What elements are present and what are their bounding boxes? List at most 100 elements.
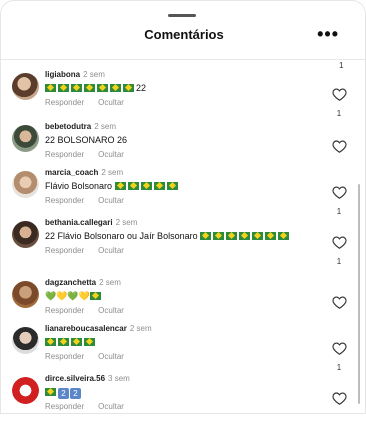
avatar[interactable]	[12, 221, 39, 248]
avatar[interactable]	[12, 73, 39, 100]
brazil-flag-icon	[45, 338, 56, 346]
hide-button[interactable]: Ocultar	[98, 196, 124, 205]
reply-button[interactable]: Responder	[45, 196, 84, 205]
brazil-flag-icon	[58, 338, 69, 346]
comment-item: ligiabona 2 sem 22 Responder Ocultar 1	[1, 69, 366, 121]
comments-sheet: Comentários ••• 1 ligiabona 2 sem 22 Resp…	[0, 0, 366, 414]
timestamp: 2 sem	[101, 168, 124, 177]
username[interactable]: marcia_coach	[45, 168, 98, 177]
avatar[interactable]	[12, 171, 39, 198]
heart-icon[interactable]	[331, 235, 347, 249]
brazil-flag-icon	[153, 182, 165, 190]
comment-item: lianareboucasalencar 2 sem Responder Ocult…	[1, 323, 366, 375]
drag-handle[interactable]	[168, 14, 196, 17]
timestamp: 2 sem	[115, 218, 138, 227]
comment-text: 22 BOLSONARO 26	[45, 135, 128, 145]
brazil-flag-icon	[71, 84, 82, 92]
heart-icon[interactable]	[331, 391, 347, 405]
more-options-icon[interactable]: •••	[317, 23, 339, 45]
username[interactable]: bethania.callegari	[45, 218, 113, 227]
like-count: 1	[336, 207, 342, 216]
username[interactable]: dagzanchetta	[45, 278, 96, 287]
brazil-flag-icon	[166, 182, 178, 190]
avatar[interactable]	[12, 377, 39, 404]
comment-item: bebetodutra 2 sem 22 BOLSONARO 26 Respond…	[1, 121, 366, 173]
reply-button[interactable]: Responder	[45, 352, 84, 361]
like-control: 1	[329, 87, 349, 119]
hide-button[interactable]: Ocultar	[98, 352, 124, 361]
username[interactable]: lianareboucasalencar	[45, 324, 127, 333]
brazil-flag-icon	[127, 182, 139, 190]
comment-text-value: Flávio Bolsonaro	[45, 181, 113, 191]
hide-button[interactable]: Ocultar	[98, 98, 124, 107]
username[interactable]: bebetodutra	[45, 122, 91, 131]
avatar[interactable]	[12, 281, 39, 308]
brazil-flag-icon	[45, 388, 56, 396]
reply-button[interactable]: Responder	[45, 246, 84, 255]
heart-icon[interactable]	[331, 185, 347, 199]
like-control: 1	[329, 235, 349, 267]
comment-text-value: 22	[136, 83, 147, 93]
avatar[interactable]	[12, 125, 39, 152]
brazil-flag-icon	[226, 232, 238, 240]
brazil-flag-icon	[213, 232, 225, 240]
comment-list: ligiabona 2 sem 22 Responder Ocultar 1 beb…	[1, 63, 366, 415]
brazil-flag-icon	[123, 84, 134, 92]
divider	[1, 59, 366, 60]
brazil-flag-icon	[140, 182, 152, 190]
like-control	[329, 139, 349, 161]
timestamp: 2 sem	[129, 324, 152, 333]
comment-text: 22	[45, 386, 315, 399]
brazil-flag-icon	[45, 84, 56, 92]
heart-icon[interactable]	[331, 139, 347, 153]
brazil-flag-icon	[114, 182, 126, 190]
brazil-flag-icon	[97, 84, 108, 92]
brazil-flag-icon	[200, 232, 212, 240]
keycap-2-icon: 2	[58, 388, 69, 399]
reply-button[interactable]: Responder	[45, 306, 84, 315]
hide-button[interactable]: Ocultar	[98, 306, 124, 315]
heart-emojis: 💚💛💚💛	[45, 291, 90, 301]
brazil-flag-icon	[278, 232, 290, 240]
header: Comentários •••	[1, 23, 366, 47]
like-control: 1	[329, 185, 349, 217]
brazil-flag-icon	[84, 338, 95, 346]
page-title: Comentários	[144, 27, 224, 42]
flag-emojis	[45, 83, 136, 93]
comment-text	[45, 336, 315, 349]
username[interactable]: ligiabona	[45, 70, 80, 79]
brazil-flag-icon	[58, 84, 69, 92]
comment-text: 💚💛💚💛	[45, 290, 315, 303]
comment-text: 22	[45, 82, 315, 95]
heart-icon[interactable]	[331, 87, 347, 101]
timestamp: 2 sem	[99, 278, 121, 287]
brazil-flag-icon	[84, 84, 95, 92]
like-count: 1	[336, 109, 342, 118]
like-count: 1	[336, 257, 342, 266]
reply-button[interactable]: Responder	[45, 98, 84, 107]
keycap-2-icon: 2	[70, 388, 81, 399]
hide-button[interactable]: Ocultar	[98, 402, 124, 411]
comment-item: dirce.silveira.56 3 sem 22 Responder Ocult…	[1, 373, 366, 425]
hide-button[interactable]: Ocultar	[98, 246, 124, 255]
hide-button[interactable]: Ocultar	[98, 150, 124, 159]
comment-text: Flávio Bolsonaro	[45, 180, 315, 193]
like-control: 1	[329, 341, 349, 373]
avatar[interactable]	[12, 327, 39, 354]
heart-icon[interactable]	[331, 295, 347, 309]
flag-emojis	[114, 181, 180, 191]
timestamp: 3 sem	[108, 374, 130, 383]
like-control	[329, 391, 349, 413]
comment-item: bethania.callegari 2 sem 22 Flávio Bolson…	[1, 217, 366, 277]
flag-emojis	[45, 337, 97, 347]
username[interactable]: dirce.silveira.56	[45, 374, 105, 383]
brazil-flag-icon	[71, 338, 82, 346]
reply-button[interactable]: Responder	[45, 402, 84, 411]
comment-text-value: 22 Flávio Bolsonaro ou Jaír Bolsonaro	[45, 231, 198, 241]
scrollbar[interactable]	[358, 184, 360, 404]
like-control	[329, 295, 349, 317]
heart-icon[interactable]	[331, 341, 347, 355]
brazil-flag-icon	[252, 232, 264, 240]
reply-button[interactable]: Responder	[45, 150, 84, 159]
flag-emojis	[200, 231, 291, 241]
